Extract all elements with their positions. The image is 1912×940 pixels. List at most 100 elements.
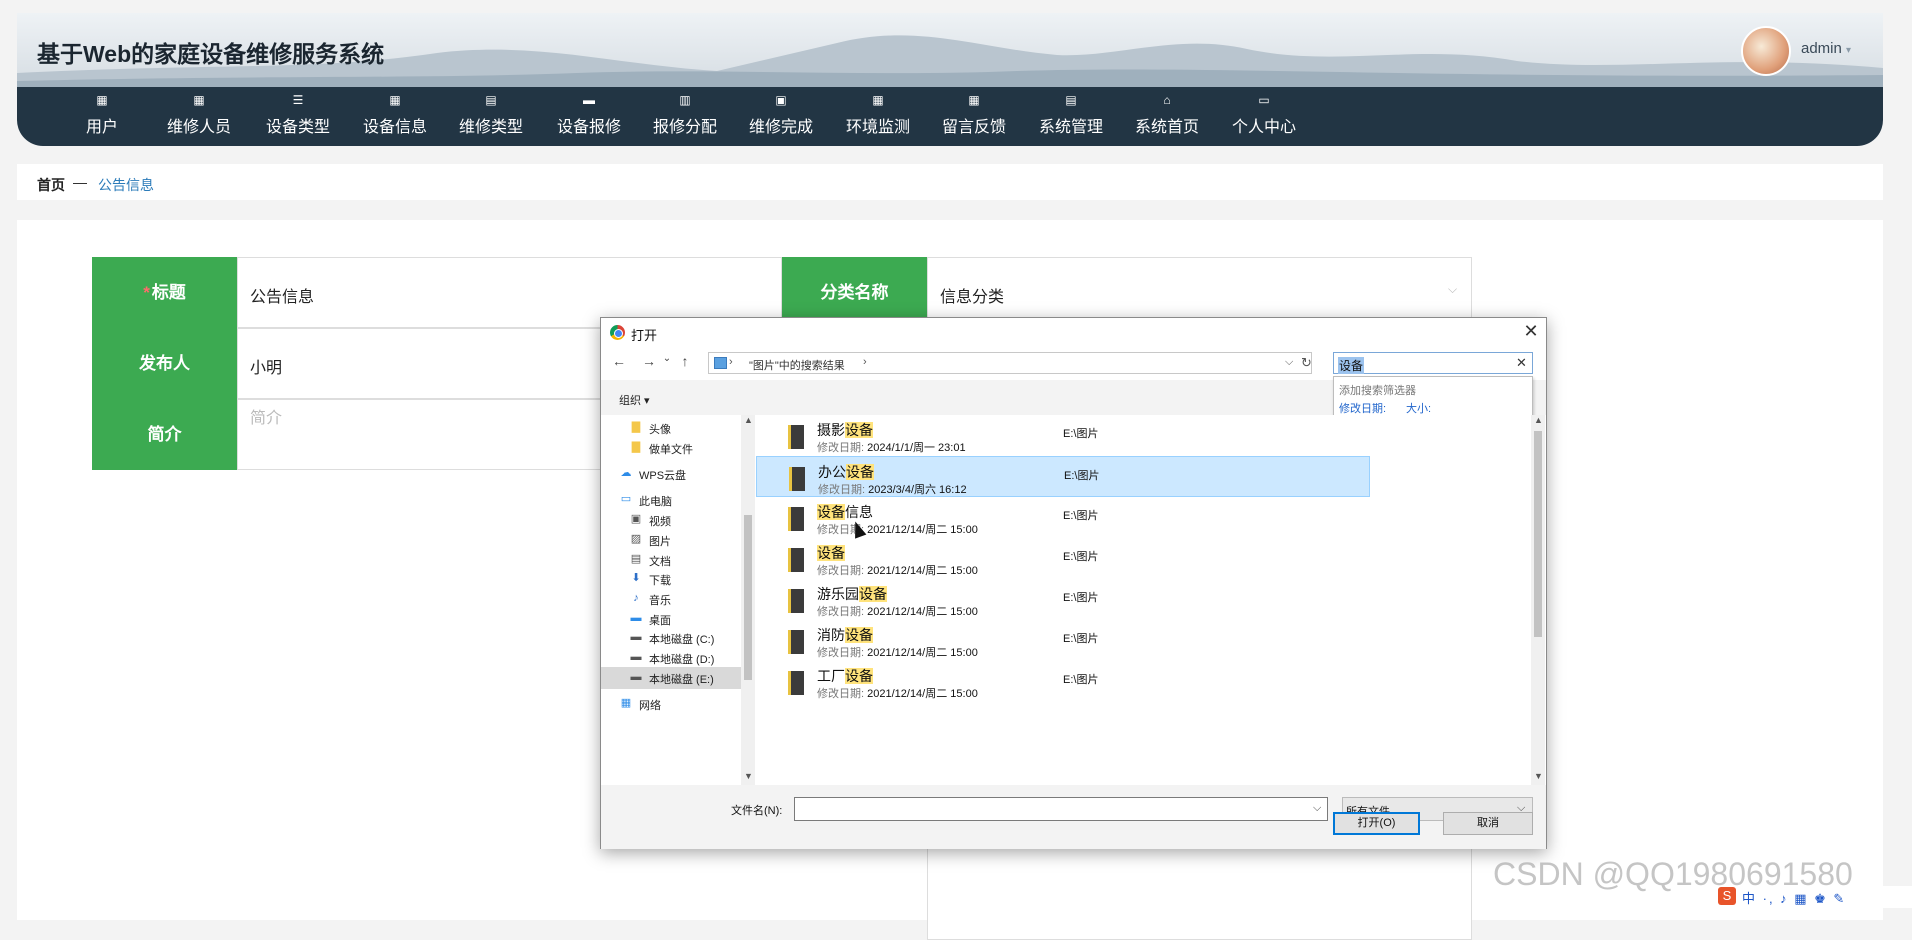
nav-item-3[interactable]: ▦ 设备信息 [350,87,440,146]
file-location: E:\图片 [1063,633,1099,645]
scroll-up-icon[interactable]: ▲ [744,415,753,425]
nav-label: 维修类型 [458,119,523,136]
clear-icon[interactable]: ✕ [1516,355,1527,371]
nav-item-11[interactable]: ⌂ 系统首页 [1122,87,1212,146]
nav-label: 报修分配 [652,119,717,136]
nav-item-9[interactable]: ▦ 留言反馈 [929,87,1019,146]
books-icon: ▥ [679,93,691,107]
ime-toolbar: S 中 ·, ♪ ▦ ♚ ✎ [1718,886,1912,908]
chevron-down-icon: ⌵ [1448,282,1458,296]
recent-dropdown-icon[interactable]: ⌄ [659,353,675,364]
nav-item-5[interactable]: ▬ 设备报修 [544,87,634,146]
file-row[interactable]: 消防设备 修改日期: 2021/12/14/周二 15:00 E:\图片 [756,620,1370,661]
refresh-icon[interactable]: ↻ [1301,355,1312,371]
image-file-icon [788,507,804,531]
tree-item[interactable]: ▭ 此电脑 [601,489,741,511]
clipboard-check-icon: ▣ [775,93,787,107]
tree-scroll-thumb[interactable] [744,515,752,680]
publisher-value: 小明 [250,360,283,377]
address-separator: › [863,356,867,368]
file-list: 摄影设备 修改日期: 2024/1/1/周一 23:01 E:\图片 办公设备 修改日期… [756,415,1546,785]
nav-item-12[interactable]: ▭ 个人中心 [1219,87,1309,146]
nav-item-6[interactable]: ▥ 报修分配 [640,87,730,146]
tree-scrollbar[interactable]: ▲ ▼ [741,415,755,785]
scroll-down-icon[interactable]: ▼ [744,771,753,781]
address-bar[interactable]: › "图片"中的搜索结果 › ⌵ ↻ [708,352,1312,374]
nav-item-8[interactable]: ▦ 环境监测 [833,87,923,146]
filter-modified-date[interactable]: 修改日期: [1339,400,1386,416]
tree-item[interactable]: ♪ 音乐 [601,588,741,610]
file-modified-date: 修改日期: 2024/1/1/周一 23:01 [817,442,966,454]
file-row[interactable]: 设备 修改日期: 2021/12/14/周二 15:00 E:\图片 [756,538,1370,579]
file-location: E:\图片 [1063,674,1099,686]
tree-item[interactable]: ⬇ 下载 [601,568,741,590]
tree-item[interactable]: ▣ 视频 [601,509,741,531]
nav-item-4[interactable]: ▤ 维修类型 [446,87,536,146]
nav-item-0[interactable]: ▦ 用户 [57,87,147,146]
nav-item-7[interactable]: ▣ 维修完成 [736,87,826,146]
tree-item[interactable]: ▨ 图片 [601,529,741,551]
publisher-label: 发布人 [92,328,237,399]
tree-item[interactable]: ▦ 网络 [601,693,741,715]
file-row[interactable]: 办公设备 修改日期: 2023/3/4/周六 16:12 E:\图片 [756,456,1370,497]
chevron-down-icon[interactable]: ⌵ [1313,802,1321,815]
filter-size[interactable]: 大小: [1406,400,1431,416]
files-scroll-thumb[interactable] [1534,431,1542,637]
file-modified-date: 修改日期: 2021/12/14/周二 15:00 [817,524,978,536]
address-separator: › [729,356,733,368]
nav-label: 系统管理 [1038,119,1103,136]
search-input[interactable]: 设备 ✕ [1333,352,1533,374]
file-modified-date: 修改日期: 2023/3/4/周六 16:12 [818,484,967,496]
nav-item-1[interactable]: ▦ 维修人员 [154,87,244,146]
files-scrollbar[interactable]: ▲ ▼ [1531,415,1545,785]
filename-input[interactable]: ⌵ [794,797,1328,821]
video-icon: ▣ [630,513,642,525]
image-file-icon [788,671,804,695]
title-value: 公告信息 [250,289,315,306]
tree-item-label: 文档 [649,556,671,568]
sogou-icon[interactable]: S [1718,887,1736,905]
tree-item[interactable]: ▬ 本地磁盘 (D:) [601,647,741,669]
back-arrow-icon[interactable]: ← [611,353,627,369]
breadcrumb: 首页 — 公告信息 [17,164,1883,200]
file-row[interactable]: 设备信息 修改日期: 2021/12/14/周二 15:00 E:\图片 [756,497,1370,538]
tree-item[interactable]: ▬ 本地磁盘 (E:) [601,667,741,689]
nav-item-10[interactable]: ▤ 系统管理 [1026,87,1116,146]
clipboard-icon: ▤ [1065,93,1077,107]
user-menu[interactable]: admin ▾ [1801,40,1851,57]
tree-item[interactable]: ▇ 头像 [601,417,741,439]
tree-item[interactable]: ▇ 做单文件 [601,437,741,459]
scroll-up-icon[interactable]: ▲ [1534,415,1543,425]
close-icon[interactable]: ✕ [1521,321,1541,342]
nav-item-2[interactable]: ☰ 设备类型 [253,87,343,146]
file-modified-date: 修改日期: 2021/12/14/周二 15:00 [817,606,978,618]
ime-status[interactable]: 中 ·, ♪ ▦ ♚ ✎ [1742,888,1846,907]
network-icon: ▦ [620,697,632,709]
cancel-button[interactable]: 取消 [1443,812,1533,835]
tree-item-label: 此电脑 [639,496,672,508]
chrome-icon [610,325,625,340]
file-location: E:\图片 [1064,470,1100,482]
tree-item-label: WPS云盘 [639,470,687,482]
dialog-titlebar: 打开 ✕ [601,318,1546,346]
file-row[interactable]: 游乐园设备 修改日期: 2021/12/14/周二 15:00 E:\图片 [756,579,1370,620]
avatar[interactable] [1741,26,1791,76]
chevron-down-icon[interactable]: ⌵ [1285,356,1293,369]
breadcrumb-home[interactable]: 首页 [37,175,65,195]
forward-arrow-icon[interactable]: → [641,353,657,369]
organize-menu[interactable]: 组织 ▾ [619,392,650,408]
tree-item-label: 本地磁盘 (D:) [649,654,715,666]
tree-item[interactable]: ☁ WPS云盘 [601,463,741,485]
image-file-icon [788,548,804,572]
nav-label: 留言反馈 [941,119,1006,136]
disk-icon: ▬ [630,671,642,683]
file-row[interactable]: 摄影设备 修改日期: 2024/1/1/周一 23:01 E:\图片 [756,415,1370,456]
open-button[interactable]: 打开(O) [1333,812,1420,835]
up-arrow-icon[interactable]: ↑ [677,353,693,369]
tree-item-label: 视频 [649,516,671,528]
file-location: E:\图片 [1063,510,1099,522]
download-icon: ⬇ [631,572,641,584]
file-row[interactable]: 工厂设备 修改日期: 2021/12/14/周二 15:00 E:\图片 [756,661,1370,702]
tree-item[interactable]: ▬ 本地磁盘 (C:) [601,627,741,649]
scroll-down-icon[interactable]: ▼ [1534,771,1543,781]
